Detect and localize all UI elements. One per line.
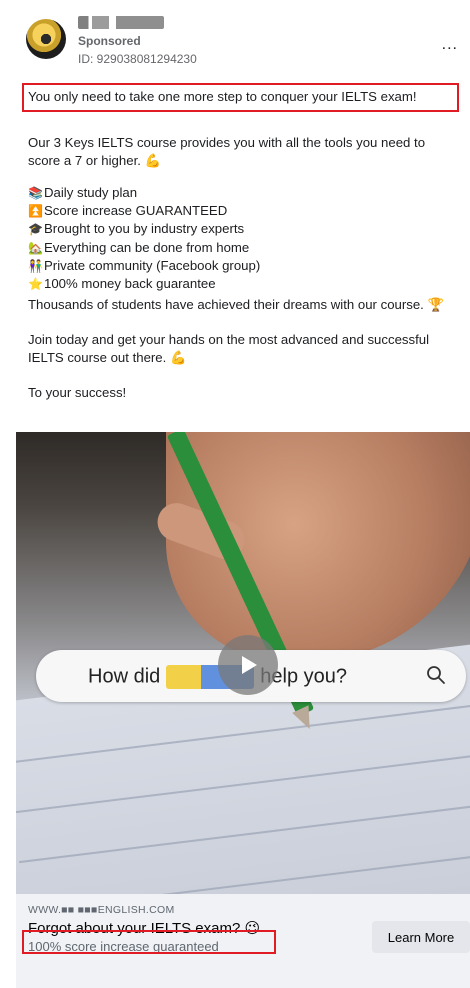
graduation-cap-icon: 🎓 [28, 222, 43, 237]
list-item: 🏡Everything can be done from home [28, 239, 460, 257]
list-item: 🎓Brought to you by industry experts [28, 220, 460, 238]
play-button[interactable] [218, 635, 278, 695]
star-icon: ⭐ [28, 276, 43, 291]
post-intro-text: You only need to take one more step to c… [28, 89, 417, 104]
list-item: 👫Private community (Facebook group) [28, 257, 460, 275]
list-item: ⏫Score increase GUARANTEED [28, 202, 460, 220]
feature-list: 📚Daily study plan ⏫Score increase GUARAN… [28, 184, 460, 293]
play-icon [242, 656, 257, 674]
post-paragraph-4: To your success! [28, 385, 127, 400]
post-paragraph-3: Join today and get your hands on the mos… [28, 332, 430, 366]
video-media[interactable]: How did help you? [16, 432, 470, 894]
paper-line [19, 802, 470, 864]
ad-id-label: ID: 929038081294230 [78, 52, 197, 66]
page-avatar[interactable] [26, 19, 66, 59]
list-item: 📚Daily study plan [28, 184, 460, 202]
paper-line [25, 852, 470, 894]
page-name-blurred[interactable] [78, 16, 164, 29]
books-icon: 📚 [28, 186, 43, 200]
house-icon: 🏡 [28, 240, 43, 255]
paper-line [16, 703, 470, 764]
post-paragraph-1: Our 3 Keys IELTS course provides you wit… [28, 135, 426, 169]
learn-more-button[interactable]: Learn More [372, 921, 470, 953]
people-icon: 👫 [28, 258, 43, 273]
sponsored-label[interactable]: Sponsored [78, 34, 141, 48]
link-domain: WWW.■■ ■■■ENGLISH.COM [28, 904, 175, 916]
headline-highlight-box [22, 930, 276, 954]
ad-post-card: Sponsored ID: 929038081294230 ... You on… [16, 0, 470, 988]
more-options-icon[interactable]: ... [442, 36, 458, 54]
post-paragraph-2: Thousands of students have achieved thei… [28, 297, 444, 312]
up-arrow-icon: ⏫ [28, 204, 43, 219]
list-item: ⭐100% money back guarantee [28, 275, 460, 293]
paper-line [16, 753, 470, 814]
post-header: Sponsored ID: 929038081294230 ... [16, 0, 470, 75]
search-icon [427, 666, 445, 684]
